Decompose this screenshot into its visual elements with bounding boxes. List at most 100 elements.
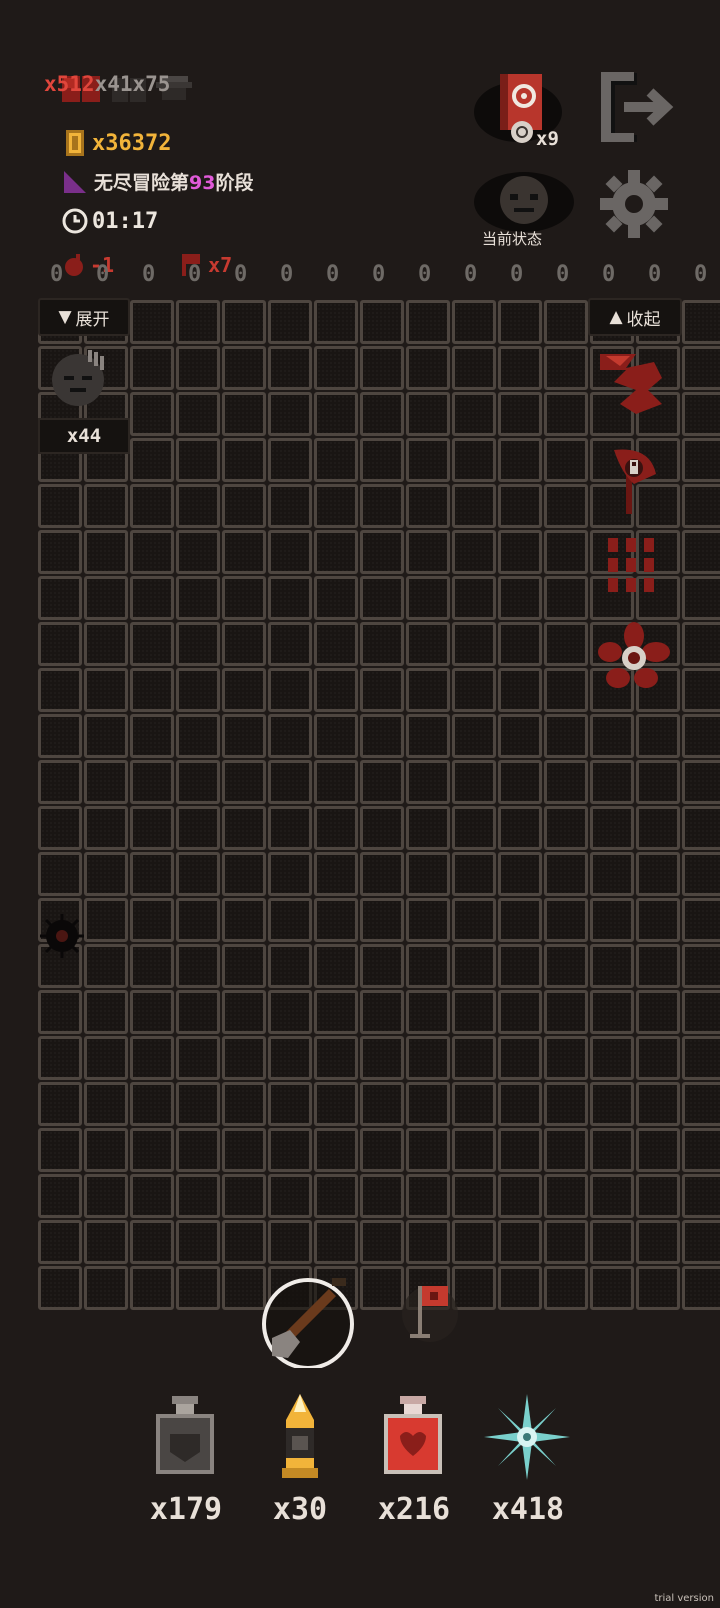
board-cell[interactable] (176, 668, 220, 712)
collapse-button[interactable]: ▲ 收起 (588, 298, 682, 336)
board-cell[interactable] (682, 576, 720, 620)
board-cell[interactable] (176, 484, 220, 528)
board-cell[interactable] (130, 1174, 174, 1218)
board-cell[interactable] (636, 714, 680, 758)
board-cell[interactable] (360, 300, 404, 344)
board-cell[interactable] (222, 806, 266, 850)
board-cell[interactable] (222, 1266, 266, 1310)
board-cell[interactable] (682, 1082, 720, 1126)
board-cell[interactable] (452, 530, 496, 574)
board-cell[interactable] (268, 1174, 312, 1218)
board-cell[interactable] (452, 1174, 496, 1218)
board-cell[interactable] (452, 1220, 496, 1264)
board-cell[interactable] (498, 760, 542, 804)
board-cell[interactable] (176, 806, 220, 850)
board-cell[interactable] (452, 392, 496, 436)
board-cell[interactable] (38, 714, 82, 758)
board-cell[interactable] (314, 1036, 358, 1080)
board-cell[interactable] (130, 990, 174, 1034)
red-claw-icon[interactable] (596, 348, 668, 420)
board-cell[interactable] (406, 622, 450, 666)
board-cell[interactable] (406, 300, 450, 344)
board-cell[interactable] (314, 622, 358, 666)
board-cell[interactable] (360, 346, 404, 390)
spell-book-button[interactable]: x9 (470, 66, 580, 156)
board-cell[interactable] (590, 852, 634, 896)
board-cell[interactable] (130, 392, 174, 436)
board-cell[interactable] (498, 668, 542, 712)
board-cell[interactable] (544, 484, 588, 528)
board-cell[interactable] (84, 990, 128, 1034)
board-cell[interactable] (222, 714, 266, 758)
board-cell[interactable] (84, 944, 128, 988)
board-cell[interactable] (38, 806, 82, 850)
board-cell[interactable] (176, 1082, 220, 1126)
board-cell[interactable] (636, 990, 680, 1034)
board-cell[interactable] (636, 1082, 680, 1126)
board-cell[interactable] (498, 484, 542, 528)
locked-axe-icon[interactable] (604, 444, 664, 516)
board-cell[interactable] (176, 1266, 220, 1310)
board-cell[interactable] (360, 760, 404, 804)
board-cell[interactable] (682, 622, 720, 666)
board-cell[interactable] (590, 1266, 634, 1310)
board-cell[interactable] (38, 1036, 82, 1080)
board-cell[interactable] (544, 622, 588, 666)
board-cell[interactable] (314, 714, 358, 758)
board-cell[interactable] (84, 714, 128, 758)
board-cell[interactable] (636, 898, 680, 942)
board-cell[interactable] (682, 438, 720, 482)
board-cell[interactable] (682, 852, 720, 896)
board-cell[interactable] (360, 1128, 404, 1172)
board-cell[interactable] (130, 576, 174, 620)
board-cell[interactable] (222, 1036, 266, 1080)
settings-button[interactable] (598, 168, 670, 240)
board-cell[interactable] (544, 1220, 588, 1264)
board-cell[interactable] (590, 1128, 634, 1172)
board-cell[interactable] (176, 990, 220, 1034)
board-cell[interactable] (222, 1174, 266, 1218)
board-cell[interactable] (360, 852, 404, 896)
board-cell[interactable] (498, 990, 542, 1034)
board-cell[interactable] (406, 1220, 450, 1264)
board-cell[interactable] (314, 990, 358, 1034)
board-cell[interactable] (452, 1128, 496, 1172)
shovel-tool-button[interactable] (262, 1272, 358, 1370)
board-cell[interactable] (84, 1266, 128, 1310)
board-cell[interactable] (130, 622, 174, 666)
board-cell[interactable] (360, 1266, 404, 1310)
ice-crystal-slot[interactable] (482, 1392, 572, 1482)
board-cell[interactable] (406, 1128, 450, 1172)
gray-potion-slot[interactable] (150, 1394, 220, 1478)
board-cell[interactable] (544, 1174, 588, 1218)
board-cell[interactable] (544, 944, 588, 988)
board-cell[interactable] (268, 898, 312, 942)
board-cell[interactable] (222, 1128, 266, 1172)
board-cell[interactable] (222, 898, 266, 942)
board-cell[interactable] (268, 760, 312, 804)
board-cell[interactable] (498, 622, 542, 666)
board-cell[interactable] (590, 944, 634, 988)
board-cell[interactable] (360, 806, 404, 850)
board-cell[interactable] (590, 1036, 634, 1080)
board-cell[interactable] (452, 622, 496, 666)
board-cell[interactable] (222, 760, 266, 804)
board-cell[interactable] (360, 530, 404, 574)
board-cell[interactable] (590, 806, 634, 850)
board-cell[interactable] (636, 1036, 680, 1080)
board-cell[interactable] (682, 1174, 720, 1218)
board-cell[interactable] (590, 1220, 634, 1264)
board-cell[interactable] (38, 1220, 82, 1264)
board-cell[interactable] (38, 760, 82, 804)
board-cell[interactable] (38, 1082, 82, 1126)
exit-button[interactable] (600, 71, 680, 147)
board-cell[interactable] (130, 484, 174, 528)
board-cell[interactable] (406, 576, 450, 620)
board-cell[interactable] (682, 484, 720, 528)
board-cell[interactable] (452, 1036, 496, 1080)
board-cell[interactable] (130, 898, 174, 942)
board-cell[interactable] (360, 714, 404, 758)
board-cell[interactable] (176, 714, 220, 758)
board-cell[interactable] (360, 438, 404, 482)
board-cell[interactable] (268, 392, 312, 436)
